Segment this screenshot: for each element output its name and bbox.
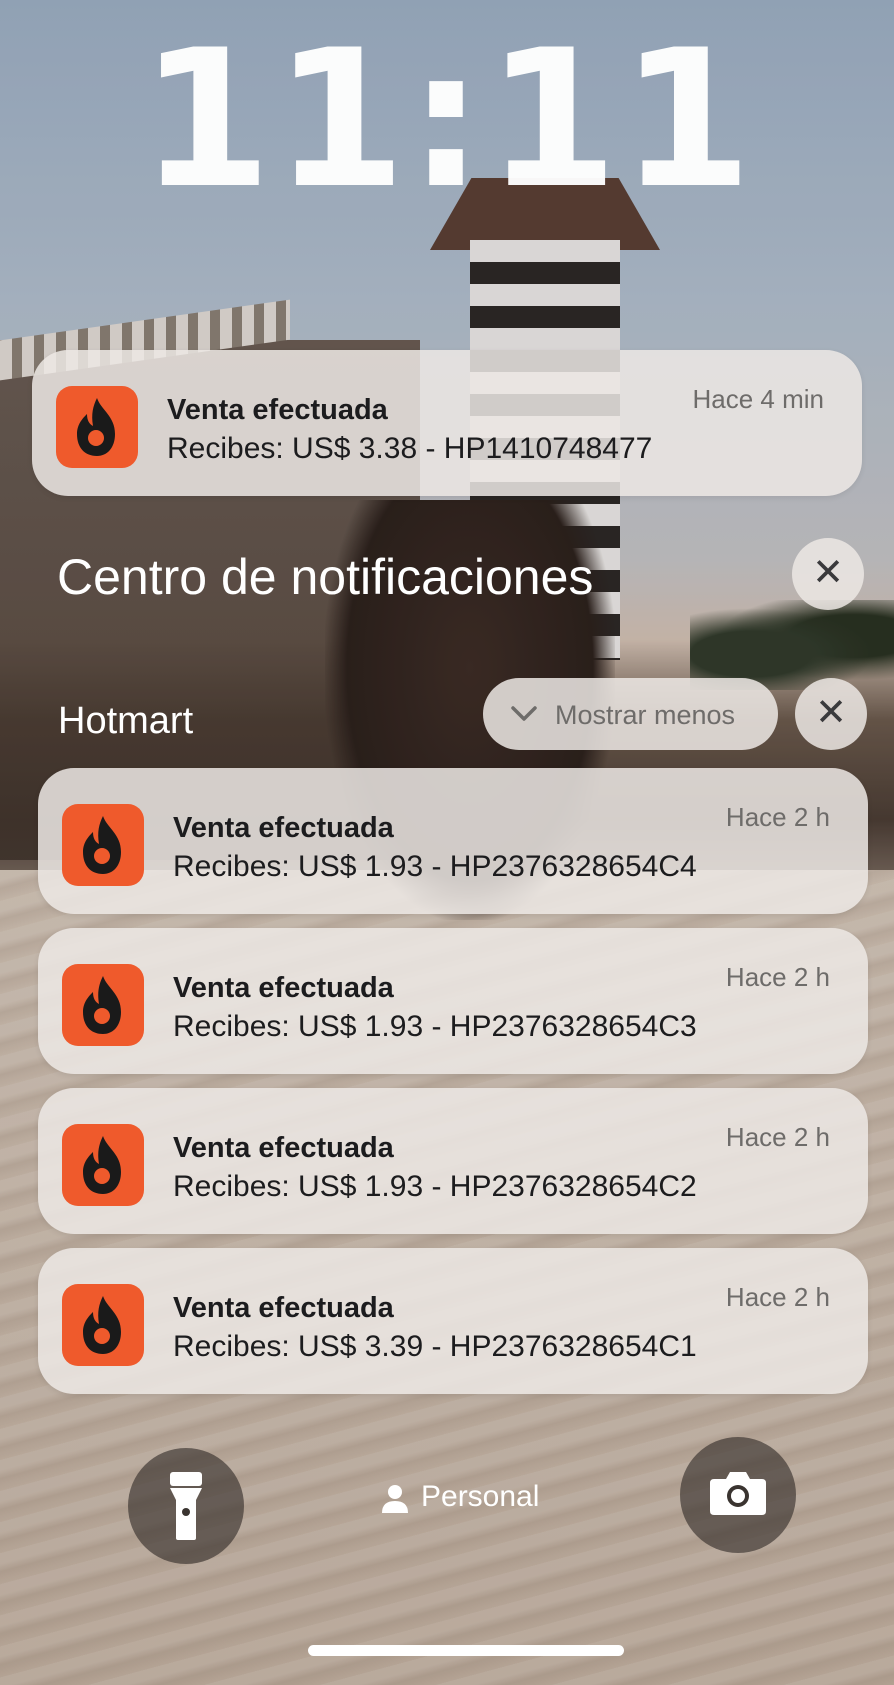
notification-time: Hace 4 min xyxy=(692,384,825,414)
camera-icon xyxy=(710,1472,766,1515)
hotmart-flame-icon xyxy=(62,964,144,1046)
close-icon: ✕ xyxy=(812,552,844,594)
focus-mode-label: Personal xyxy=(421,1480,540,1513)
notification-body: Recibes: US$ 1.93 - HP2376328654C4 xyxy=(173,850,697,883)
notification-time: Hace 2 h xyxy=(725,802,830,832)
hotmart-flame-icon xyxy=(62,804,144,886)
notification-card[interactable]: Venta efectuada Recibes: US$ 3.39 - HP23… xyxy=(38,1248,868,1394)
notification-title: Venta efectuada xyxy=(173,1292,394,1324)
lock-clock: 11:11 xyxy=(139,9,755,230)
notification-card[interactable]: Venta efectuada Recibes: US$ 1.93 - HP23… xyxy=(38,768,868,914)
notification-card[interactable]: Venta efectuada Recibes: US$ 1.93 - HP23… xyxy=(38,1088,868,1234)
notification-card[interactable]: Venta efectuada Recibes: US$ 3.38 - HP14… xyxy=(32,350,862,496)
home-indicator[interactable] xyxy=(308,1645,624,1656)
person-icon xyxy=(382,1485,408,1513)
show-less-label: Mostrar menos xyxy=(555,700,736,730)
hotmart-flame-icon xyxy=(62,1284,144,1366)
notification-body: Recibes: US$ 3.38 - HP1410748477 xyxy=(167,432,653,465)
clear-all-button[interactable]: ✕ xyxy=(792,538,864,610)
chevron-down-icon xyxy=(507,696,541,737)
notification-title: Venta efectuada xyxy=(173,1132,394,1164)
notification-title: Venta efectuada xyxy=(173,812,394,844)
camera-button[interactable] xyxy=(680,1437,796,1553)
close-icon: ✕ xyxy=(815,692,847,734)
clear-group-button[interactable]: ✕ xyxy=(795,678,867,750)
notification-body: Recibes: US$ 3.39 - HP2376328654C1 xyxy=(173,1330,697,1363)
notification-group-app-name: Hotmart xyxy=(58,700,194,742)
notification-title: Venta efectuada xyxy=(173,972,394,1004)
notification-card[interactable]: Venta efectuada Recibes: US$ 1.93 - HP23… xyxy=(38,928,868,1074)
notification-time: Hace 2 h xyxy=(725,962,830,992)
lock-screen: 11:11 Venta efectuada Recibes: US$ 3.38 … xyxy=(0,0,894,1685)
hotmart-flame-icon xyxy=(62,1124,144,1206)
flashlight-icon xyxy=(170,1472,202,1540)
show-less-button[interactable]: Mostrar menos xyxy=(483,678,778,750)
notification-title: Venta efectuada xyxy=(167,394,388,426)
notification-center-title: Centro de notificaciones xyxy=(57,549,594,605)
flashlight-button[interactable] xyxy=(128,1448,244,1564)
notification-time: Hace 2 h xyxy=(725,1282,830,1312)
notification-body: Recibes: US$ 1.93 - HP2376328654C3 xyxy=(173,1010,697,1043)
notification-body: Recibes: US$ 1.93 - HP2376328654C2 xyxy=(173,1170,697,1203)
hotmart-flame-icon xyxy=(56,386,138,468)
notification-time: Hace 2 h xyxy=(725,1122,830,1152)
